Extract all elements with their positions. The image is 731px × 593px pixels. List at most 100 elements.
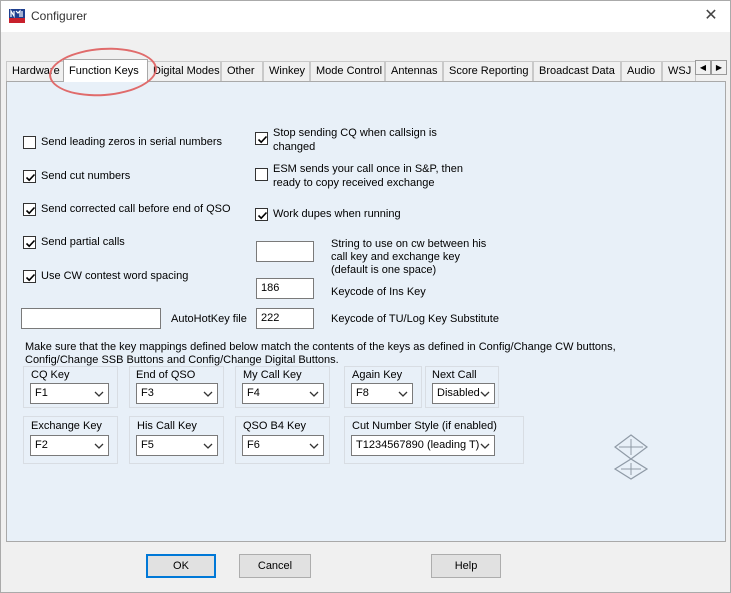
check-icon bbox=[25, 206, 36, 215]
end-of-qso-title: End of QSO bbox=[136, 369, 196, 381]
window-title: Configurer bbox=[31, 9, 88, 23]
cq-key-title: CQ Key bbox=[31, 369, 70, 381]
group-again-key: Again Key F8 bbox=[344, 366, 422, 408]
tab-scroll-left-icon[interactable]: ◀ bbox=[695, 60, 711, 75]
tab-mode-control[interactable]: Mode Control bbox=[310, 61, 385, 81]
group-next-call: Next Call Disabled bbox=[425, 366, 499, 408]
tu-key-label: Keycode of TU/Log Key Substitute bbox=[331, 313, 499, 325]
check-icon bbox=[25, 273, 36, 282]
tab-broadcast-data[interactable]: Broadcast Data bbox=[533, 61, 621, 81]
chk-label: Work dupes when running bbox=[273, 208, 401, 220]
autohotkey-file-input[interactable] bbox=[21, 308, 161, 329]
checkbox[interactable] bbox=[23, 270, 36, 283]
chevron-down-icon bbox=[94, 443, 104, 449]
check-icon bbox=[25, 239, 36, 248]
chk-send-partial-calls[interactable]: Send partial calls bbox=[23, 235, 125, 249]
close-icon: ✕ bbox=[704, 7, 718, 24]
chk-leading-zeros[interactable]: Send leading zeros in serial numbers bbox=[23, 135, 222, 149]
configurer-window: Configurer ✕ Hardware Function Keys Digi… bbox=[0, 0, 731, 593]
tab-winkey[interactable]: Winkey bbox=[263, 61, 310, 81]
cw-string-label: String to use on cw between his call key… bbox=[331, 238, 487, 276]
tab-digital-modes[interactable]: Digital Modes bbox=[147, 61, 221, 81]
checkbox[interactable] bbox=[23, 170, 36, 183]
tab-hardware[interactable]: Hardware bbox=[6, 61, 64, 81]
ok-button[interactable]: OK bbox=[146, 554, 216, 578]
checkbox[interactable] bbox=[255, 208, 268, 221]
checkbox[interactable] bbox=[255, 132, 268, 145]
my-call-key-title: My Call Key bbox=[243, 369, 302, 381]
cut-number-style-select[interactable]: T1234567890 (leading T) bbox=[351, 435, 495, 456]
qso-b4-key-select[interactable]: F6 bbox=[242, 435, 324, 456]
chevron-down-icon bbox=[480, 443, 490, 449]
help-button[interactable]: Help bbox=[431, 554, 501, 578]
group-qso-b4-key: QSO B4 Key F6 bbox=[235, 416, 330, 464]
qso-b4-key-title: QSO B4 Key bbox=[243, 420, 306, 432]
tu-key-input[interactable]: 222 bbox=[256, 308, 314, 329]
chevron-down-icon bbox=[94, 391, 104, 397]
title-bar: Configurer ✕ bbox=[1, 1, 730, 32]
chk-label: Send partial calls bbox=[41, 236, 125, 248]
close-button[interactable]: ✕ bbox=[698, 5, 724, 27]
tab-other[interactable]: Other bbox=[221, 61, 263, 81]
tab-audio[interactable]: Audio bbox=[621, 61, 662, 81]
his-call-key-title: His Call Key bbox=[137, 420, 197, 432]
group-end-of-qso: End of QSO F3 bbox=[129, 366, 224, 408]
chk-stop-cq-callsign-changed[interactable]: Stop sending CQ when callsign is changed bbox=[255, 126, 437, 154]
n1mm-logo-icon bbox=[9, 9, 25, 23]
next-call-select[interactable]: Disabled bbox=[432, 383, 495, 404]
his-call-key-select[interactable]: F5 bbox=[136, 435, 218, 456]
next-call-title: Next Call bbox=[432, 369, 477, 381]
tab-scroll-right-icon[interactable]: ▶ bbox=[711, 60, 727, 75]
exchange-key-select[interactable]: F2 bbox=[30, 435, 109, 456]
ins-key-label: Keycode of Ins Key bbox=[331, 286, 426, 298]
checkbox[interactable] bbox=[23, 236, 36, 249]
tab-score-reporting[interactable]: Score Reporting bbox=[443, 61, 533, 81]
key-mapping-info: Make sure that the key mappings defined … bbox=[25, 341, 616, 366]
chk-label: Send cut numbers bbox=[41, 170, 131, 182]
chk-send-cut-numbers[interactable]: Send cut numbers bbox=[23, 169, 130, 183]
cq-key-select[interactable]: F1 bbox=[30, 383, 109, 404]
exchange-key-title: Exchange Key bbox=[31, 420, 102, 432]
chevron-down-icon bbox=[480, 391, 490, 397]
tab-wsjt[interactable]: WSJ bbox=[662, 61, 696, 81]
chk-label: Use CW contest word spacing bbox=[41, 270, 189, 282]
end-of-qso-select[interactable]: F3 bbox=[136, 383, 218, 404]
checkbox[interactable] bbox=[23, 136, 36, 149]
chevron-down-icon bbox=[203, 391, 213, 397]
group-his-call-key: His Call Key F5 bbox=[129, 416, 224, 464]
chk-label: Stop sending CQ when callsign is changed bbox=[273, 127, 437, 153]
chk-esm-sends-call[interactable]: ESM sends your call once in S&P, then rea… bbox=[255, 162, 463, 190]
check-icon bbox=[25, 173, 36, 182]
group-cq-key: CQ Key F1 bbox=[23, 366, 118, 408]
group-my-call-key: My Call Key F4 bbox=[235, 366, 330, 408]
cancel-button[interactable]: Cancel bbox=[239, 554, 311, 578]
checkbox[interactable] bbox=[23, 203, 36, 216]
cut-number-style-title: Cut Number Style (if enabled) bbox=[352, 420, 497, 432]
my-call-key-select[interactable]: F4 bbox=[242, 383, 324, 404]
chevron-down-icon bbox=[309, 391, 319, 397]
chk-label: ESM sends your call once in S&P, then rea… bbox=[273, 163, 463, 189]
again-key-select[interactable]: F8 bbox=[351, 383, 413, 404]
chk-label: Send leading zeros in serial numbers bbox=[41, 136, 222, 148]
checkbox[interactable] bbox=[255, 168, 268, 181]
antenna-emblem-icon bbox=[613, 434, 649, 480]
tab-antennas[interactable]: Antennas bbox=[385, 61, 443, 81]
check-icon bbox=[257, 211, 268, 220]
tab-scroll-arrows: ◀ ▶ bbox=[695, 60, 727, 75]
autohotkey-file-label: AutoHotKey file bbox=[171, 313, 247, 325]
group-exchange-key: Exchange Key F2 bbox=[23, 416, 118, 464]
chevron-down-icon bbox=[309, 443, 319, 449]
chevron-down-icon bbox=[203, 443, 213, 449]
chk-work-dupes[interactable]: Work dupes when running bbox=[255, 207, 401, 221]
chevron-down-icon bbox=[398, 391, 408, 397]
group-cut-number-style: Cut Number Style (if enabled) T123456789… bbox=[344, 416, 524, 464]
check-icon bbox=[257, 135, 268, 144]
ins-key-input[interactable]: 186 bbox=[256, 278, 314, 299]
chk-label: Send corrected call before end of QSO bbox=[41, 203, 231, 215]
again-key-title: Again Key bbox=[352, 369, 403, 381]
chk-cw-word-spacing[interactable]: Use CW contest word spacing bbox=[23, 269, 188, 283]
tab-function-keys[interactable]: Function Keys bbox=[63, 59, 148, 82]
chk-send-corrected-call[interactable]: Send corrected call before end of QSO bbox=[23, 202, 231, 216]
tab-bar: Hardware Function Keys Digital Modes Oth… bbox=[4, 59, 729, 82]
cw-string-input[interactable] bbox=[256, 241, 314, 262]
